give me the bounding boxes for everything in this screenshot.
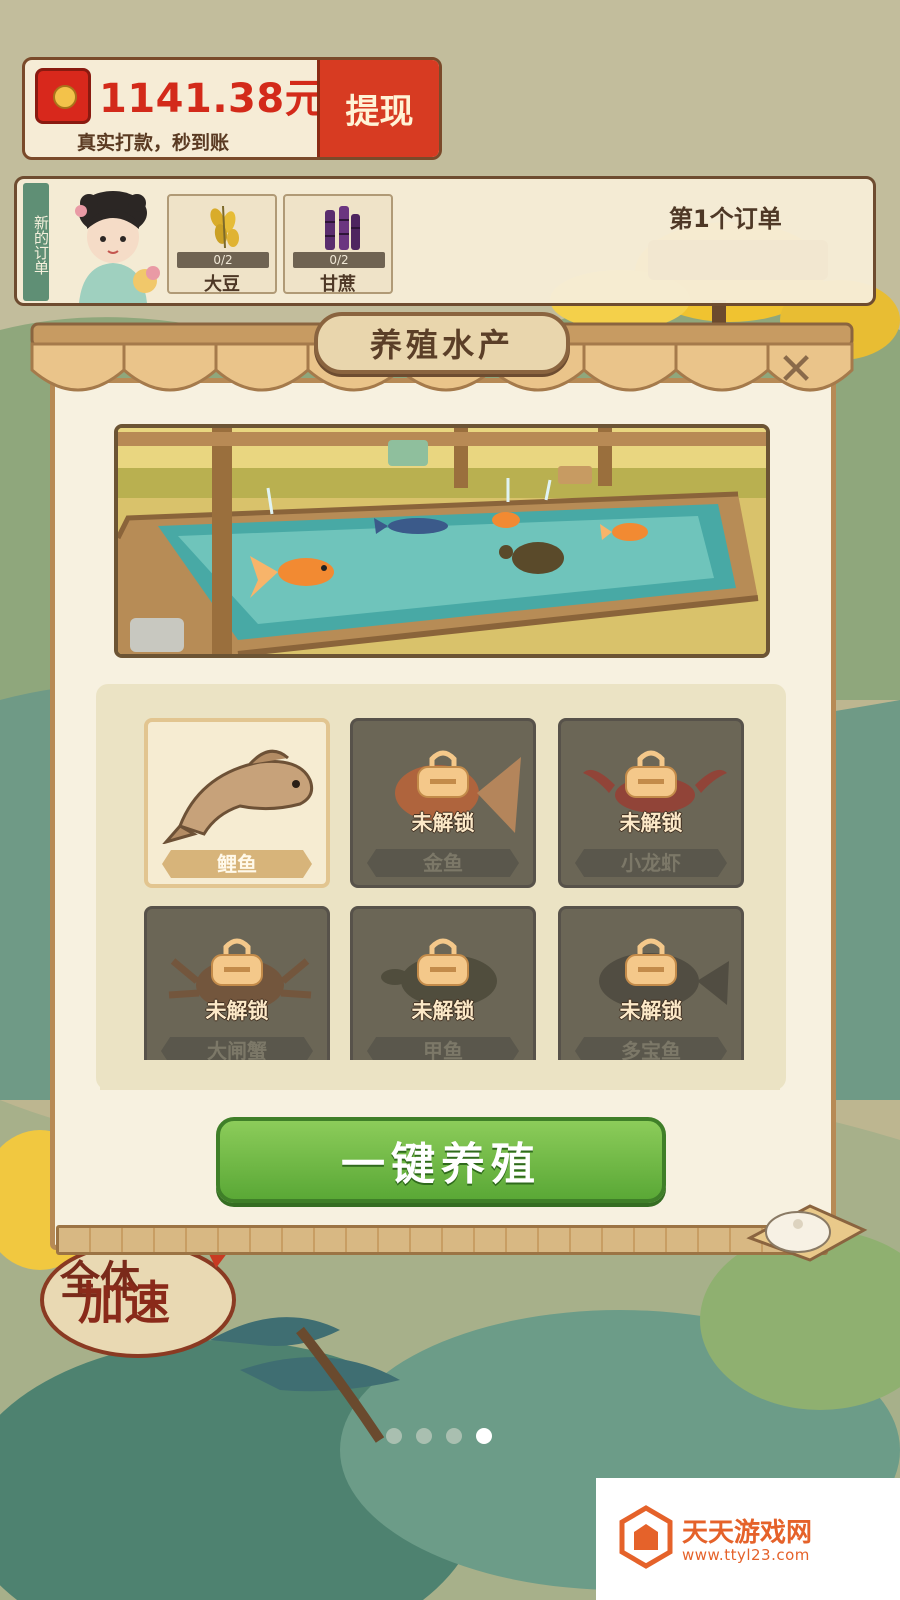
customer-avatar — [75, 191, 160, 303]
order-item-soybean: 0/2 大豆 — [167, 194, 277, 295]
watermark-url: www.ttyl23.com — [682, 1546, 810, 1564]
species-card-turbot[interactable]: 未解锁 多宝鱼 — [558, 906, 744, 1076]
page-dot[interactable] — [446, 1428, 462, 1444]
order-bar[interactable]: 新的订单 0/2 大豆 0/2 甘蔗 第1个订单 — [14, 176, 876, 306]
species-card-softshell-turtle[interactable]: 未解锁 甲鱼 — [350, 906, 536, 1076]
locked-label: 未解锁 — [619, 999, 683, 1023]
withdraw-button[interactable]: 提现 — [317, 60, 439, 157]
carp-icon — [162, 749, 314, 844]
species-card-crab[interactable]: 未解锁 大闸蟹 — [144, 906, 330, 1076]
balance-subtitle: 真实打款，秒到账 — [77, 132, 230, 154]
grid-scroll-cutoff — [100, 1060, 780, 1090]
panel-title: 养殖水产 — [314, 312, 570, 374]
lock-icon — [417, 938, 469, 986]
order-item-name: 甘蔗 — [320, 274, 356, 295]
lock-icon — [625, 750, 677, 798]
order-item-progress: 0/2 — [293, 252, 385, 268]
sugarcane-icon — [325, 206, 360, 250]
locked-label: 未解锁 — [411, 999, 475, 1023]
new-order-tag: 新的订单 — [23, 183, 50, 301]
species-card-carp[interactable]: 鲤鱼 — [144, 718, 330, 888]
species-card-goldfish[interactable]: 未解锁 金鱼 — [350, 718, 536, 888]
order-item-sugarcane: 0/2 甘蔗 — [283, 194, 393, 295]
locked-label: 未解锁 — [205, 999, 269, 1023]
watermark-logo-icon — [619, 1505, 673, 1569]
fish-pond-illustration — [114, 424, 770, 658]
dumpling-icon — [746, 1204, 868, 1262]
watermark-title: 天天游戏网 — [682, 1518, 813, 1548]
close-icon[interactable]: ✕ — [772, 348, 820, 396]
page-dot-active[interactable] — [476, 1428, 492, 1444]
balance-amount: 1141.38元 — [99, 76, 326, 122]
balance-card: 1141.38元 真实打款，秒到账 提现 — [22, 57, 442, 160]
lock-icon — [417, 750, 469, 798]
accelerate-line2: 加速 — [78, 1276, 170, 1330]
soybean-icon — [210, 205, 239, 249]
order-item-progress: 0/2 — [177, 252, 269, 268]
order-item-name: 大豆 — [204, 274, 240, 295]
site-watermark: 天天游戏网 www.ttyl23.com — [596, 1478, 900, 1600]
locked-label: 未解锁 — [411, 811, 475, 835]
lock-icon — [625, 938, 677, 986]
lock-icon — [211, 938, 263, 986]
red-packet-icon — [35, 68, 91, 124]
locked-label: 未解锁 — [619, 811, 683, 835]
species-name: 小龙虾 — [575, 849, 727, 877]
order-title: 第1个订单 — [669, 205, 782, 233]
species-card-crayfish[interactable]: 未解锁 小龙虾 — [558, 718, 744, 888]
panel-floor — [56, 1225, 828, 1255]
page-dot[interactable] — [416, 1428, 432, 1444]
species-name: 鲤鱼 — [162, 850, 312, 878]
species-name: 金鱼 — [367, 849, 519, 877]
page-dot[interactable] — [386, 1428, 402, 1444]
one-click-breed-button[interactable]: 一键养殖 — [216, 1117, 666, 1203]
page-indicator — [386, 1428, 492, 1444]
